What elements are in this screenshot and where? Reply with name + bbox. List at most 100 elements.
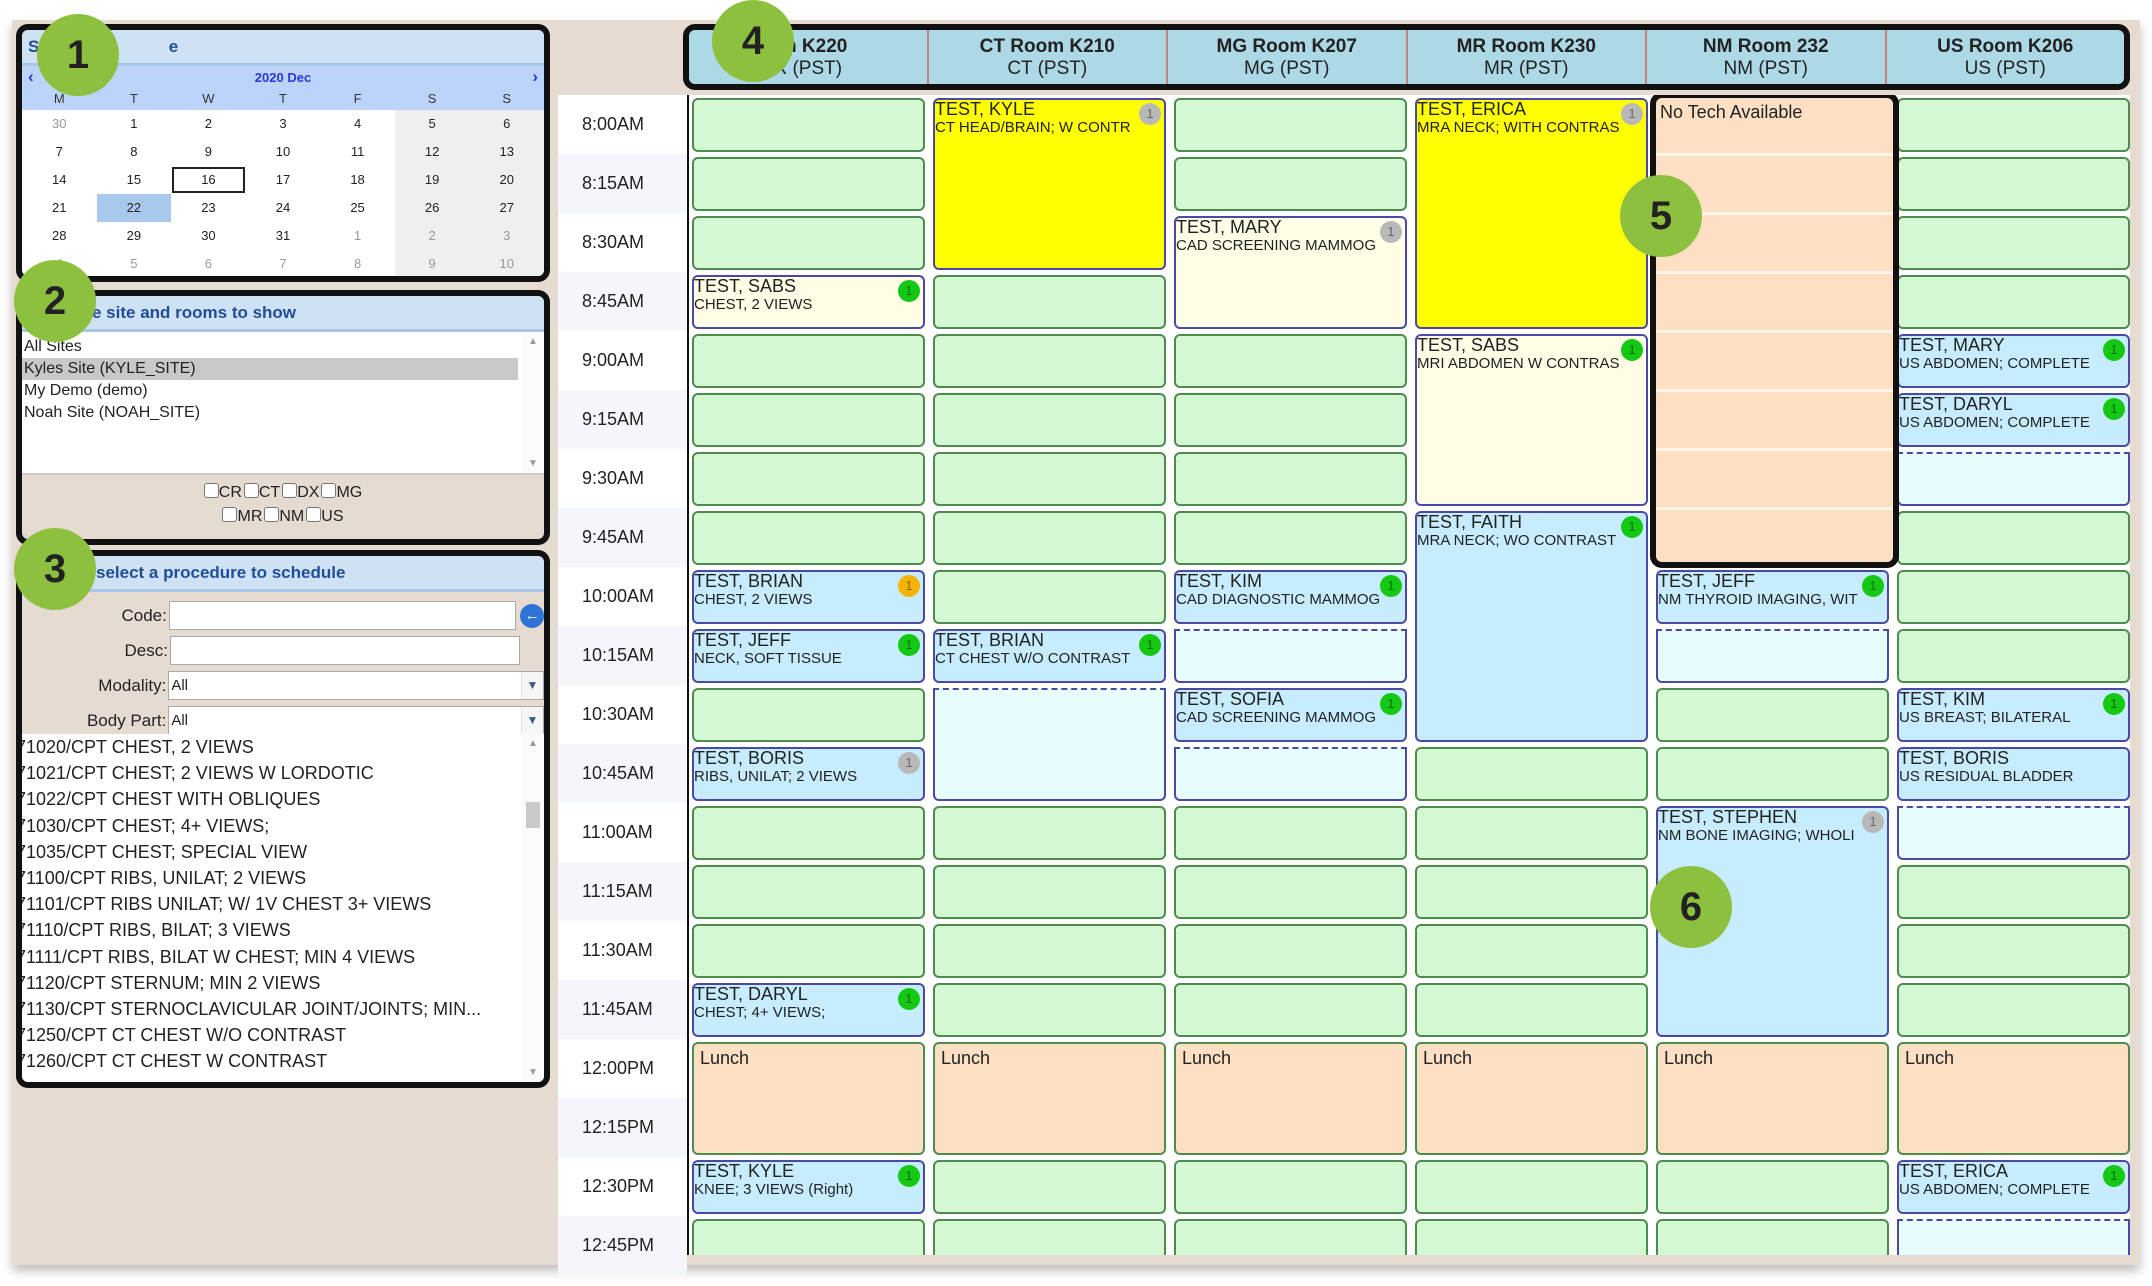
procedure-listbox[interactable]: 71020/CPT CHEST, 2 VIEWS 71021/CPT CHEST;… xyxy=(22,734,544,1082)
appointment-block[interactable]: TEST, KYLE KNEE; 3 VIEWS (Right) 1 xyxy=(692,1160,925,1214)
modality-checkbox-nm[interactable]: NM xyxy=(264,507,304,525)
site-list-scrollbar[interactable]: ▲ ▼ xyxy=(522,332,544,473)
calendar-day[interactable]: 13 xyxy=(469,138,544,166)
room-header[interactable]: NM Room 232 NM (PST) xyxy=(1647,30,1887,84)
scroll-thumb[interactable] xyxy=(526,802,540,828)
appointment-block[interactable]: TEST, ERICA MRA NECK; WITH CONTRAS 1 xyxy=(1415,98,1648,329)
procedure-item[interactable]: 71110/CPT RIBS, BILAT; 3 VIEWS xyxy=(22,917,518,943)
calendar-day[interactable]: 20 xyxy=(469,166,544,194)
open-slot[interactable] xyxy=(1174,452,1407,506)
calendar-day[interactable]: 9 xyxy=(171,138,246,166)
modality-checkbox-mg[interactable]: MG xyxy=(321,483,362,501)
appointment-block[interactable]: TEST, SABS MRI ABDOMEN W CONTRAS 1 xyxy=(1415,334,1648,506)
prev-month-icon[interactable]: ‹ xyxy=(28,67,34,87)
calendar-day[interactable]: 22 xyxy=(96,194,172,222)
calendar-day[interactable]: 3 xyxy=(469,222,544,250)
site-option[interactable]: Noah Site (NOAH_SITE) xyxy=(22,402,518,424)
open-slot[interactable] xyxy=(1656,747,1889,801)
appointment-continuation[interactable] xyxy=(1897,452,2130,506)
open-slot[interactable] xyxy=(692,452,925,506)
open-slot[interactable] xyxy=(1897,983,2130,1037)
open-slot[interactable] xyxy=(933,570,1166,624)
site-option[interactable]: Kyles Site (KYLE_SITE) xyxy=(22,358,518,380)
calendar-day[interactable]: 11 xyxy=(320,138,395,166)
calendar-day[interactable]: 4 xyxy=(320,110,395,138)
calendar-day[interactable]: 18 xyxy=(320,166,395,194)
appointment-block[interactable]: TEST, KYLE CT HEAD/BRAIN; W CONTR 1 xyxy=(933,98,1166,270)
appointment-block[interactable]: TEST, BORIS RIBS, UNILAT; 2 VIEWS 1 xyxy=(692,747,925,801)
scroll-down-icon[interactable]: ▼ xyxy=(528,1067,538,1078)
lunch-block[interactable]: Lunch xyxy=(692,1042,925,1155)
open-slot[interactable] xyxy=(933,924,1166,978)
scroll-up-icon[interactable]: ▲ xyxy=(528,738,538,749)
open-slot[interactable] xyxy=(1174,1160,1407,1214)
calendar-day[interactable]: 2 xyxy=(394,222,470,250)
open-slot[interactable] xyxy=(1656,1160,1889,1214)
open-slot[interactable] xyxy=(1415,1219,1648,1255)
open-slot[interactable] xyxy=(692,393,925,447)
open-slot[interactable] xyxy=(692,1219,925,1255)
open-slot[interactable] xyxy=(1897,511,2130,565)
procedure-item[interactable]: 71021/CPT CHEST; 2 VIEWS W LORDOTIC xyxy=(22,760,518,786)
appointment-continuation[interactable] xyxy=(933,688,1166,801)
procedure-item[interactable]: 71020/CPT CHEST, 2 VIEWS xyxy=(22,734,518,760)
calendar-day[interactable]: 15 xyxy=(97,166,172,194)
calendar-day[interactable]: 12 xyxy=(394,138,470,166)
open-slot[interactable] xyxy=(692,511,925,565)
calendar-day[interactable]: 23 xyxy=(171,194,246,222)
scroll-down-icon[interactable]: ▼ xyxy=(528,458,538,469)
open-slot[interactable] xyxy=(1415,806,1648,860)
open-slot[interactable] xyxy=(1174,334,1407,388)
desc-input[interactable] xyxy=(170,636,520,665)
calendar-day[interactable]: 28 xyxy=(22,222,97,250)
calendar-day[interactable]: 24 xyxy=(246,194,321,222)
calendar-day[interactable]: 6 xyxy=(171,250,246,276)
appointment-continuation[interactable] xyxy=(1897,806,2130,860)
appointment-block[interactable]: TEST, SOFIA CAD SCREENING MAMMOG 1 xyxy=(1174,688,1407,742)
open-slot[interactable] xyxy=(692,157,925,211)
appointment-continuation[interactable] xyxy=(1897,1219,2130,1255)
calendar-day[interactable]: 8 xyxy=(97,138,172,166)
calendar-day[interactable]: 26 xyxy=(394,194,470,222)
calendar-day[interactable]: 7 xyxy=(246,250,321,276)
calendar-day[interactable]: 27 xyxy=(469,194,544,222)
open-slot[interactable] xyxy=(933,452,1166,506)
chevron-down-icon[interactable]: ▼ xyxy=(521,707,543,734)
appointment-continuation[interactable] xyxy=(1174,629,1407,683)
procedure-item[interactable]: 71030/CPT CHEST; 4+ VIEWS; xyxy=(22,813,518,839)
modality-checkbox-us[interactable]: US xyxy=(306,507,344,525)
room-header[interactable]: US Room K206 US (PST) xyxy=(1887,30,2125,84)
open-slot[interactable] xyxy=(1174,865,1407,919)
appointment-block[interactable]: TEST, MARY US ABDOMEN; COMPLETE 1 xyxy=(1897,334,2130,388)
open-slot[interactable] xyxy=(933,334,1166,388)
checkbox-icon[interactable] xyxy=(321,483,337,498)
next-month-icon[interactable]: › xyxy=(532,67,538,87)
open-slot[interactable] xyxy=(933,1219,1166,1255)
procedure-item[interactable]: 71100/CPT RIBS, UNILAT; 2 VIEWS xyxy=(22,865,518,891)
open-slot[interactable] xyxy=(692,806,925,860)
open-slot[interactable] xyxy=(1415,924,1648,978)
checkbox-icon[interactable] xyxy=(203,483,219,498)
open-slot[interactable] xyxy=(1415,983,1648,1037)
open-slot[interactable] xyxy=(1897,216,2130,270)
calendar-day[interactable]: 8 xyxy=(320,250,395,276)
appointment-block[interactable]: TEST, MARY CAD SCREENING MAMMOG 1 xyxy=(1174,216,1407,329)
procedure-item[interactable]: 71120/CPT STERNUM; MIN 2 VIEWS xyxy=(22,970,518,996)
appointment-block[interactable]: TEST, DARYL CHEST; 4+ VIEWS; 1 xyxy=(692,983,925,1037)
checkbox-icon[interactable] xyxy=(243,483,259,498)
appointment-block[interactable]: TEST, BRIAN CHEST, 2 VIEWS 1 xyxy=(692,570,925,624)
calendar-day[interactable]: 21 xyxy=(22,194,97,222)
open-slot[interactable] xyxy=(692,334,925,388)
search-arrow-icon[interactable]: ← xyxy=(520,603,544,628)
procedure-item[interactable]: 71101/CPT RIBS UNILAT; W/ 1V CHEST 3+ VI… xyxy=(22,891,518,917)
room-header[interactable]: CT Room K210 CT (PST) xyxy=(929,30,1168,84)
room-header[interactable]: MR Room K230 MR (PST) xyxy=(1408,30,1647,84)
open-slot[interactable] xyxy=(1174,806,1407,860)
appointment-block[interactable]: TEST, JEFF NM THYROID IMAGING, WIT 1 xyxy=(1656,570,1889,624)
room-header[interactable]: MG Room K207 MG (PST) xyxy=(1168,30,1408,84)
site-listbox[interactable]: All Sites Kyles Site (KYLE_SITE) My Demo (… xyxy=(22,332,544,475)
calendar-day[interactable]: 7 xyxy=(22,138,97,166)
modality-checkbox-ct[interactable]: CT xyxy=(243,483,280,501)
calendar-day[interactable]: 19 xyxy=(394,166,470,194)
open-slot[interactable] xyxy=(1656,688,1889,742)
